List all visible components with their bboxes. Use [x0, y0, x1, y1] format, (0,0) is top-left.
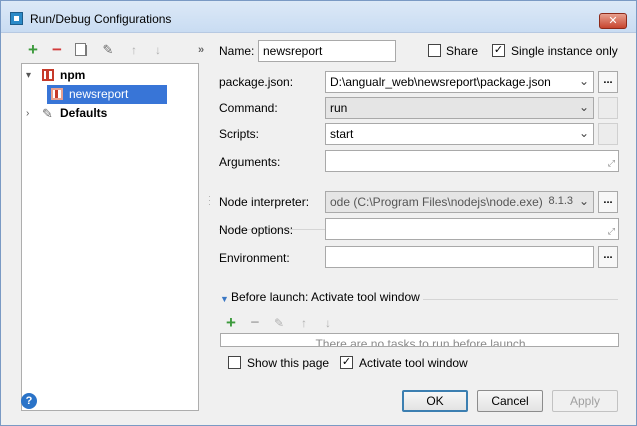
share-checkbox[interactable] [428, 44, 441, 57]
splitter-handle[interactable]: · · · [208, 192, 211, 209]
before-launch-label: Before launch: Activate tool window [231, 290, 420, 304]
expand-icon[interactable]: ⤢ [608, 226, 615, 237]
edit-task-icon[interactable]: ✎ [271, 315, 287, 331]
configurations-tree[interactable]: ▾ npm newsreport › ✎ Defaults [21, 63, 199, 411]
move-down-icon[interactable]: ↓ [320, 315, 336, 331]
show-page-label: Show this page [247, 356, 330, 370]
help-icon[interactable]: ? [21, 393, 37, 409]
add-task-icon[interactable]: + [223, 314, 239, 331]
package-json-dropdown[interactable]: D:\angualr_web\newsreport\package.json ⌄ [325, 71, 594, 93]
tree-item-label: npm [60, 68, 86, 82]
edit-defaults-icon[interactable]: ✎ [100, 42, 116, 58]
title-bar: Run/Debug Configurations ✕ [1, 1, 636, 33]
wrench-icon: ✎ [42, 106, 53, 121]
tree-item-defaults[interactable]: › ✎ Defaults [22, 104, 198, 123]
before-launch-task-list[interactable]: There are no tasks to run before launch [220, 333, 619, 347]
tree-item-label: newsreport [69, 87, 129, 101]
run-debug-dialog: Run/Debug Configurations ✕ + − ✎ ↑ ↓ » ▾… [0, 0, 637, 426]
command-value: run [330, 101, 348, 115]
dialog-title: Run/Debug Configurations [30, 12, 172, 26]
remove-task-icon[interactable]: − [247, 315, 263, 331]
expand-icon[interactable]: ⤢ [608, 158, 615, 169]
package-json-label: package.json: [219, 75, 294, 89]
arguments-field[interactable]: ⤢ [325, 150, 619, 172]
npm-icon [42, 69, 54, 81]
package-json-value: D:\angualr_web\newsreport\package.json [330, 75, 551, 89]
command-extra-button [598, 97, 618, 119]
name-label: Name: [219, 44, 255, 58]
chevron-down-icon: ⌄ [578, 74, 589, 88]
chevron-down-icon[interactable]: ▾ [26, 66, 31, 85]
chevron-down-icon: ⌄ [578, 194, 589, 208]
tree-item-newsreport[interactable]: newsreport [47, 85, 167, 104]
ok-button[interactable]: OK [402, 390, 468, 412]
move-up-icon[interactable]: ↑ [296, 315, 312, 331]
separator [423, 299, 618, 300]
chevron-down-icon: ⌄ [578, 100, 589, 114]
node-interpreter-browse-button[interactable]: ... [598, 191, 618, 213]
scripts-dropdown[interactable]: start ⌄ [325, 123, 594, 145]
dialog-body: + − ✎ ↑ ↓ » ▾ npm newsreport › ✎ Default… [9, 34, 628, 419]
single-instance-checkbox[interactable]: ✓ [492, 44, 505, 57]
app-icon [10, 12, 23, 25]
npm-icon [51, 88, 63, 100]
tree-item-label: Defaults [60, 106, 108, 120]
chevron-right-icon[interactable]: › [26, 104, 29, 123]
move-up-icon[interactable]: ↑ [126, 42, 142, 58]
node-interpreter-dropdown[interactable]: ode (C:\Program Files\nodejs\node.exe) 8… [325, 191, 594, 213]
scripts-extra-button [598, 123, 618, 145]
remove-icon[interactable]: − [49, 41, 65, 58]
scripts-label: Scripts: [219, 127, 260, 141]
arguments-label: Arguments: [219, 155, 281, 169]
node-version: 8.1.3 [548, 195, 573, 207]
apply-button[interactable]: Apply [552, 390, 618, 412]
close-button[interactable]: ✕ [599, 13, 627, 29]
node-options-field[interactable]: ⤢ [325, 218, 619, 240]
activate-tool-window-label: Activate tool window [359, 356, 468, 370]
tree-item-npm[interactable]: ▾ npm [22, 66, 198, 85]
collapse-icon[interactable]: ▼ [220, 294, 229, 304]
share-label: Share [446, 44, 479, 58]
show-page-checkbox[interactable] [228, 356, 241, 369]
add-icon[interactable]: + [25, 41, 41, 58]
package-json-browse-button[interactable]: ... [598, 71, 618, 93]
copy-icon[interactable] [75, 43, 87, 56]
single-instance-label: Single instance only [511, 44, 618, 58]
scripts-value: start [330, 127, 354, 141]
node-options-label: Node options: [219, 223, 294, 237]
more-icon[interactable]: » [193, 42, 209, 58]
environment-browse-button[interactable]: ... [598, 246, 618, 268]
chevron-down-icon: ⌄ [578, 126, 589, 140]
command-dropdown[interactable]: run ⌄ [325, 97, 594, 119]
node-interpreter-value: ode (C:\Program Files\nodejs\node.exe) [330, 195, 543, 209]
environment-field[interactable] [325, 246, 594, 268]
cancel-button[interactable]: Cancel [477, 390, 543, 412]
node-interpreter-label: Node interpreter: [219, 195, 310, 209]
name-field[interactable]: newsreport [258, 40, 396, 62]
environment-label: Environment: [219, 251, 290, 265]
empty-tasks-text: There are no tasks to run before launch [315, 337, 526, 347]
move-down-icon[interactable]: ↓ [150, 42, 166, 58]
activate-tool-window-checkbox[interactable]: ✓ [340, 356, 353, 369]
command-label: Command: [219, 101, 278, 115]
